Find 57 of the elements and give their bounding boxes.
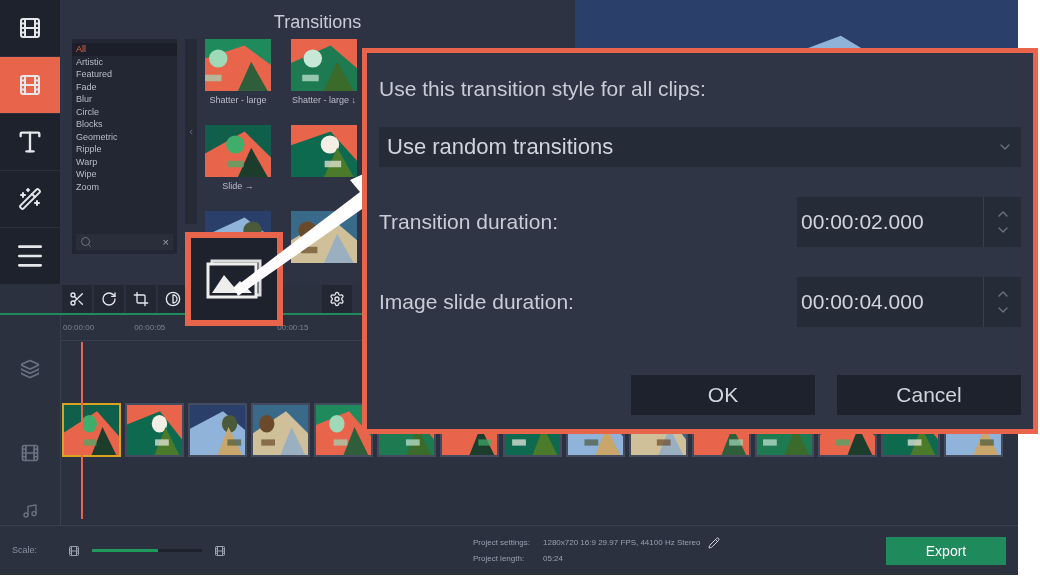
video-clip[interactable] — [62, 403, 121, 457]
length-value: 05:24 — [543, 552, 564, 565]
settings-value: 1280x720 16:9 29.97 FPS, 44100 Hz Stereo — [543, 536, 701, 549]
rotate-icon — [101, 291, 117, 307]
length-label: Project length: — [473, 552, 526, 565]
style-dropdown[interactable]: Use random transitions — [379, 126, 1021, 167]
category-item[interactable]: All — [72, 43, 177, 56]
crop-icon — [133, 291, 149, 307]
category-item[interactable]: Fade — [72, 80, 177, 93]
tile-label: Shatter - large ↓ — [292, 95, 356, 107]
scissors-icon — [69, 291, 85, 307]
category-item[interactable]: Featured — [72, 68, 177, 81]
category-item[interactable]: Zoom — [72, 180, 177, 193]
film-icon — [18, 16, 42, 40]
settings-button[interactable] — [322, 285, 352, 313]
overlay-track-icon — [20, 359, 40, 379]
ok-button[interactable]: OK — [631, 374, 815, 415]
category-item[interactable]: Wipe — [72, 168, 177, 181]
clear-button[interactable]: × — [162, 233, 169, 251]
time-field[interactable]: 00:00:04.000 — [797, 276, 1021, 327]
edit-icon[interactable] — [708, 536, 721, 549]
settings-label: Project settings: — [473, 536, 531, 549]
field-label: Image slide duration: — [379, 288, 574, 315]
cancel-button[interactable]: Cancel — [837, 374, 1021, 415]
category-item[interactable]: Blocks — [72, 118, 177, 131]
search-field[interactable]: × — [76, 234, 173, 250]
export-button[interactable]: Export — [886, 536, 1006, 565]
category-item[interactable]: Geometric — [72, 130, 177, 143]
wand-icon — [18, 187, 42, 211]
gear-icon — [329, 291, 345, 307]
panel-title: Transitions — [272, 11, 363, 34]
field-label: Transition duration: — [379, 208, 558, 235]
time-mark: 00:00:00 — [63, 321, 95, 334]
video-track-icon — [20, 443, 40, 463]
tile-label: Shatter - large — [209, 95, 267, 107]
tile-label: Slide → — [222, 181, 254, 193]
music-icon — [22, 503, 38, 519]
style-label: Use this transition style for all clips: — [379, 76, 707, 102]
category-item[interactable]: Artistic — [72, 55, 177, 68]
video-clip[interactable] — [125, 403, 184, 457]
category-item[interactable]: Ripple — [72, 143, 177, 156]
video-clip[interactable] — [188, 403, 247, 457]
film-icon — [18, 73, 42, 97]
adjust-button[interactable] — [158, 285, 188, 313]
cut-button[interactable] — [62, 285, 92, 313]
time-mark: 00:00:05 — [134, 321, 166, 334]
time-field[interactable]: 00:00:02.000 — [797, 196, 1021, 247]
category-item[interactable]: Warp — [72, 155, 177, 168]
contrast-icon — [165, 291, 181, 307]
scale-label: Scale: — [12, 543, 38, 557]
category-item[interactable]: Blur — [72, 93, 177, 106]
crop-button[interactable] — [126, 285, 156, 313]
category-item[interactable]: Circle — [72, 105, 177, 118]
rotate-button[interactable] — [94, 285, 124, 313]
scale-slider[interactable] — [92, 549, 202, 552]
search-icon — [80, 236, 92, 248]
video-clip[interactable] — [251, 403, 310, 457]
